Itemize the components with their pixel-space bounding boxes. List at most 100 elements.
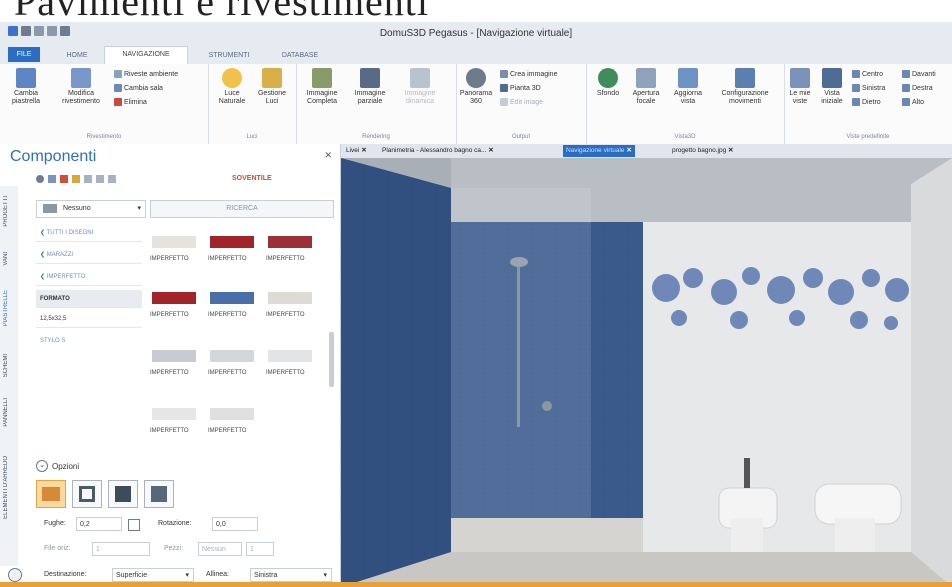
fughe-color-swatch[interactable] bbox=[128, 519, 140, 531]
category-formato[interactable]: FORMATO bbox=[36, 290, 142, 308]
close-icon[interactable]: ✕ bbox=[361, 147, 366, 154]
frame-layout-icon[interactable] bbox=[72, 480, 102, 508]
view-davanti-button[interactable]: Davanti bbox=[902, 70, 936, 78]
tab-navigazione[interactable]: NAVIGAZIONE bbox=[104, 46, 188, 65]
tile-swatch[interactable] bbox=[152, 236, 196, 248]
options-toggle[interactable]: ⌄ Opzioni bbox=[36, 460, 79, 472]
focal-icon bbox=[636, 68, 656, 88]
doc-tab-livelli[interactable]: Livei ✕ bbox=[343, 145, 370, 157]
tile-swatch[interactable] bbox=[210, 408, 254, 420]
cambia-sala-button[interactable]: Cambia sala bbox=[114, 84, 163, 92]
immagine-parziale-button[interactable]: Immagine parziale bbox=[348, 68, 392, 106]
tab-database[interactable]: DATABASE bbox=[270, 48, 330, 64]
search-button[interactable]: RICERCA bbox=[150, 200, 334, 218]
list-icon[interactable] bbox=[96, 175, 104, 183]
scrollbar[interactable] bbox=[329, 332, 334, 387]
tile-swatch[interactable] bbox=[268, 236, 312, 248]
pezzi-count-input[interactable]: 1 bbox=[246, 542, 274, 556]
le-mie-viste-button[interactable]: Le mie viste bbox=[786, 68, 814, 106]
tile-label: IMPERFETTO bbox=[150, 312, 189, 318]
cube-icon bbox=[852, 98, 860, 106]
view-sinistra-button[interactable]: Sinistra bbox=[852, 84, 885, 92]
bathroom-render bbox=[341, 158, 952, 587]
immagine-dinamica-button[interactable]: Immagine dinamica bbox=[396, 68, 444, 106]
tile-label: IMPERFETTO bbox=[266, 256, 305, 262]
tile-swatch[interactable] bbox=[268, 292, 312, 304]
allinea-dropdown[interactable]: Sinistra ▾ bbox=[250, 568, 332, 582]
pattern-layout-icon[interactable] bbox=[144, 480, 174, 508]
tile-swatch[interactable] bbox=[210, 292, 254, 304]
file-orizz-input[interactable]: 1 bbox=[92, 542, 150, 556]
panorama-button[interactable]: Panorama 360 bbox=[458, 68, 494, 106]
tile-swatch[interactable] bbox=[152, 350, 196, 362]
tile-swatch[interactable] bbox=[210, 236, 254, 248]
vtab-pannelli[interactable]: PANNELLI bbox=[3, 398, 9, 427]
image-icon bbox=[500, 70, 508, 78]
view-destra-button[interactable]: Destra bbox=[902, 84, 933, 92]
category-size[interactable]: 12,5x32,5 bbox=[36, 310, 142, 328]
category-tutti[interactable]: ❮ TUTTI I DISEGNI bbox=[36, 224, 142, 242]
category-stylo[interactable]: STYLO S bbox=[36, 332, 142, 350]
view-centro-button[interactable]: Centro bbox=[852, 70, 883, 78]
destinazione-dropdown[interactable]: Superficie ▾ bbox=[112, 568, 194, 582]
tab-home[interactable]: HOME bbox=[60, 48, 94, 64]
modifica-rivestimento-button[interactable]: Modifica rivestimento bbox=[52, 68, 110, 106]
viewport-3d[interactable] bbox=[341, 158, 952, 587]
filter-icon[interactable] bbox=[48, 175, 56, 183]
destinazione-label: Destinazione: bbox=[44, 571, 87, 578]
doc-tab-planimetria[interactable]: Planimetria - Alessandro bagno ca... ✕ bbox=[379, 145, 497, 157]
settings-icon[interactable] bbox=[36, 175, 44, 183]
components-panel: Componenti ✕ PROGETTI VANI PIASTRELLE SC… bbox=[0, 144, 341, 587]
sfondo-button[interactable]: Sfondo bbox=[590, 68, 626, 98]
vtab-vani[interactable]: VANI bbox=[3, 252, 9, 266]
crea-immagine-button[interactable]: Crea immagine bbox=[500, 70, 557, 78]
view-alto-button[interactable]: Alto bbox=[902, 98, 924, 106]
edit-image-button[interactable]: Edit image bbox=[500, 98, 543, 106]
details-icon[interactable] bbox=[108, 175, 116, 183]
doc-tab-navigazione[interactable]: Navigazione virtuale ✕ bbox=[563, 145, 635, 157]
close-icon[interactable]: ✕ bbox=[488, 147, 493, 154]
vtab-progetti[interactable]: PROGETTI bbox=[3, 196, 9, 227]
cambia-piastrella-button[interactable]: Cambia piastrella bbox=[8, 68, 44, 106]
tile-swatch[interactable] bbox=[210, 350, 254, 362]
rotazione-input[interactable]: 0,0 bbox=[212, 517, 258, 531]
grid-layout-icon[interactable] bbox=[108, 480, 138, 508]
target-icon[interactable] bbox=[8, 568, 22, 582]
vtab-piastrelle[interactable]: PIASTRELLE bbox=[3, 290, 9, 326]
gestione-luci-button[interactable]: Gestione Luci bbox=[254, 68, 290, 106]
pezzi-dropdown[interactable]: Nessun bbox=[198, 542, 242, 556]
apertura-focale-button[interactable]: Apertura focale bbox=[626, 68, 666, 106]
category-imperfetto[interactable]: ❮ IMPERFETTO bbox=[36, 268, 142, 286]
fughe-input[interactable]: 0,2 bbox=[76, 517, 122, 531]
close-icon[interactable]: ✕ bbox=[626, 147, 631, 154]
favorites-icon[interactable] bbox=[72, 175, 80, 183]
aggiorna-vista-button[interactable]: Aggiorna vista bbox=[668, 68, 708, 106]
category-marazzi[interactable]: ❮ MARAZZI bbox=[36, 246, 142, 264]
configurazione-movimenti-button[interactable]: Configurazione movimenti bbox=[710, 68, 780, 106]
room-icon bbox=[114, 70, 122, 78]
tab-strumenti[interactable]: STRUMENTI bbox=[194, 48, 264, 64]
tile-swatch[interactable] bbox=[268, 350, 312, 362]
doc-tab-progetto[interactable]: progetto bagno.jpg ✕ bbox=[669, 145, 736, 157]
tile-swatch[interactable] bbox=[152, 408, 196, 420]
view-dietro-button[interactable]: Dietro bbox=[852, 98, 881, 106]
riveste-ambiente-button[interactable]: Riveste ambiente bbox=[114, 70, 178, 78]
grid-icon[interactable] bbox=[84, 175, 92, 183]
vista-iniziale-button[interactable]: Vista iniziale bbox=[816, 68, 848, 106]
pianta-3d-button[interactable]: Pianta 3D bbox=[500, 84, 541, 92]
group-luci: Luce Naturale Gestione Luci Luci bbox=[208, 64, 297, 144]
tile-swatch[interactable] bbox=[152, 292, 196, 304]
tab-file[interactable]: FILE bbox=[8, 47, 40, 62]
immagine-completa-button[interactable]: Immagine Completa bbox=[300, 68, 344, 106]
filter-dropdown[interactable]: Nessuno ▾ bbox=[36, 200, 146, 218]
vtab-schemi[interactable]: SCHEMI bbox=[3, 354, 9, 377]
close-icon[interactable]: ✕ bbox=[728, 147, 733, 154]
group-label: Viste predefinite bbox=[846, 134, 890, 140]
luce-naturale-button[interactable]: Luce Naturale bbox=[214, 68, 250, 106]
floor-layout-icon[interactable] bbox=[36, 480, 66, 508]
tools-icon[interactable] bbox=[60, 175, 68, 183]
vtab-elementi-arredo[interactable]: ELEMENTI D'ARREDO bbox=[3, 456, 9, 519]
document-tabs: Livei ✕ Planimetria - Alessandro bagno c… bbox=[341, 144, 952, 158]
elimina-button[interactable]: Elimina bbox=[114, 98, 147, 106]
close-icon[interactable]: ✕ bbox=[324, 150, 332, 161]
